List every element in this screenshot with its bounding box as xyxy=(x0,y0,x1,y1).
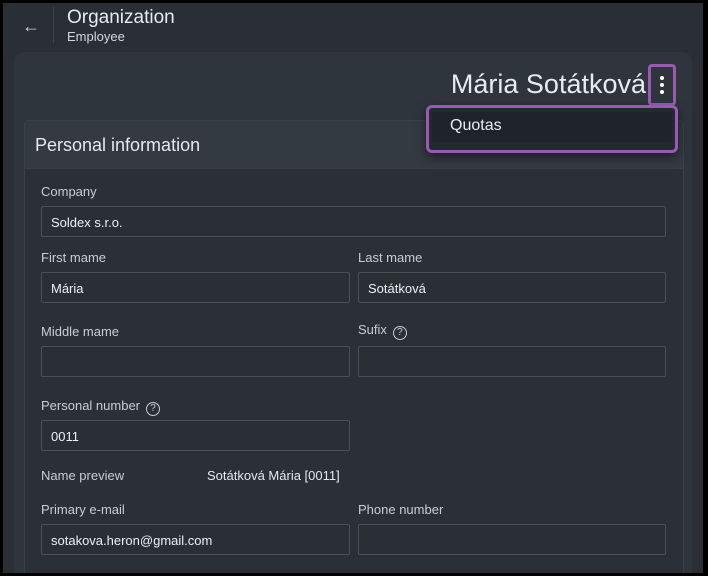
help-icon[interactable]: ? xyxy=(146,402,160,416)
menu-item-quotas[interactable]: Quotas xyxy=(432,112,672,142)
app-title: Organization xyxy=(67,7,175,28)
middle-name-label: Middle mame xyxy=(41,324,120,339)
email-field[interactable]: sotakova.heron@gmail.com xyxy=(41,524,350,555)
name-preview-label: Name preview xyxy=(41,468,125,483)
last-name-field[interactable]: Sotátková xyxy=(358,272,666,303)
suffix-label-text: Sufix xyxy=(358,322,387,337)
personal-information-section: Personal information Company Soldex s.r.… xyxy=(24,120,684,573)
first-name-label: First mame xyxy=(41,250,106,265)
app-bar-divider xyxy=(53,7,54,43)
app-window: ← Organization Employee Mária Sotátková … xyxy=(3,3,703,573)
back-button[interactable]: ← xyxy=(15,12,47,40)
arrow-left-icon: ← xyxy=(22,15,40,36)
first-name-field[interactable]: Mária xyxy=(41,272,350,303)
personal-number-field[interactable]: 0011 xyxy=(41,420,350,451)
last-name-label: Last mame xyxy=(358,250,423,265)
personal-number-label: Personal number? xyxy=(41,398,160,416)
app-subtitle: Employee xyxy=(67,29,125,44)
employee-name: Mária Sotátková xyxy=(450,69,646,99)
more-vertical-icon xyxy=(660,76,664,94)
personal-number-label-text: Personal number xyxy=(41,398,140,413)
phone-field[interactable] xyxy=(358,524,666,555)
help-icon[interactable]: ? xyxy=(392,326,407,340)
phone-label: Phone number xyxy=(358,502,444,517)
section-title: Personal information xyxy=(35,135,201,155)
company-field[interactable]: Soldex s.r.o. xyxy=(41,206,666,237)
email-label: Primary e-mail xyxy=(41,502,125,517)
middle-name-field[interactable] xyxy=(41,346,350,377)
employee-card: Mária Sotátková Quotas Personal informat… xyxy=(14,52,692,573)
options-dropdown-menu: Quotas xyxy=(426,105,678,153)
name-preview-value: Sotátková Mária [0011] xyxy=(207,468,340,483)
app-bar: ← Organization Employee xyxy=(3,3,703,49)
suffix-label: Sufix? xyxy=(358,322,407,340)
company-label: Company xyxy=(41,184,97,199)
suffix-field[interactable] xyxy=(358,346,666,377)
more-options-button[interactable] xyxy=(648,64,676,106)
